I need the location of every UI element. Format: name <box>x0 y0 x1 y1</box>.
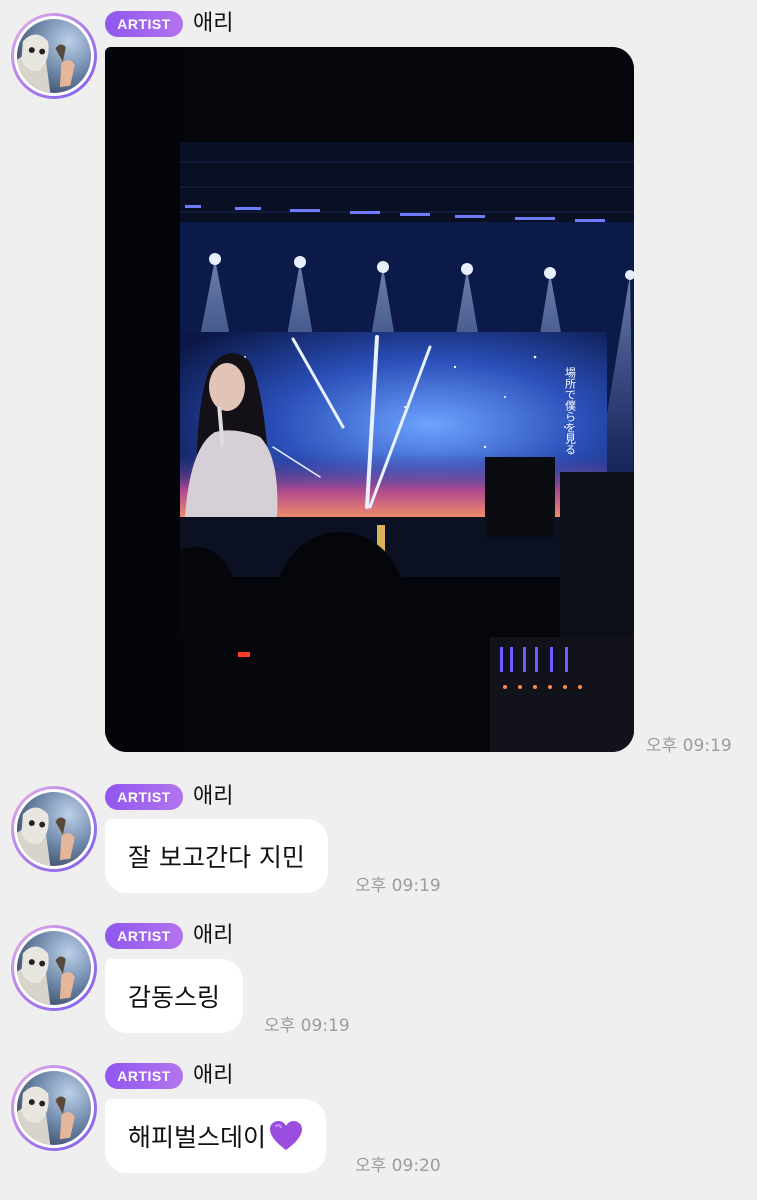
sender-name[interactable]: 애리 <box>193 784 233 810</box>
purple-heart-icon <box>270 1121 303 1150</box>
screen-lyrics: 場所で僕らを見る <box>564 367 577 455</box>
avatar-frame <box>14 1068 94 1148</box>
message-text: 감동스링 <box>128 983 221 1012</box>
artist-badge: ARTIST <box>105 923 183 949</box>
avatar-image <box>17 792 91 866</box>
avatar-frame <box>14 16 94 96</box>
avatar-image <box>17 931 91 1005</box>
artist-badge: ARTIST <box>105 1063 183 1089</box>
sender-name[interactable]: 애리 <box>193 11 233 37</box>
message-timestamp: 오후 09:19 <box>264 1016 350 1036</box>
artist-badge: ARTIST <box>105 11 183 37</box>
message-timestamp: 오후 09:19 <box>646 736 732 756</box>
message-text: 해피벌스데이 <box>128 1123 267 1152</box>
sender-avatar[interactable] <box>11 13 97 99</box>
artist-badge: ARTIST <box>105 784 183 810</box>
message-text: 잘 보고간다 지민 <box>128 843 305 872</box>
message-timestamp: 오후 09:20 <box>355 1156 441 1176</box>
sender-avatar[interactable] <box>11 1065 97 1151</box>
sender-avatar[interactable] <box>11 786 97 872</box>
message-bubble[interactable]: 감동스링 <box>105 959 244 1033</box>
message-timestamp: 오후 09:19 <box>355 876 441 896</box>
sender-name[interactable]: 애리 <box>193 923 233 949</box>
message-photo[interactable]: 場所で僕らを見る <box>105 47 634 752</box>
message-bubble[interactable]: 잘 보고간다 지민 <box>105 819 328 893</box>
sender-avatar[interactable] <box>11 925 97 1011</box>
concert-photo: 場所で僕らを見る <box>105 47 634 752</box>
avatar-frame <box>14 928 94 1008</box>
avatar-image <box>17 1071 91 1145</box>
message-bubble[interactable]: 해피벌스데이 <box>105 1099 327 1173</box>
sender-name[interactable]: 애리 <box>193 1063 233 1089</box>
avatar-frame <box>14 789 94 869</box>
avatar-image <box>17 19 91 93</box>
